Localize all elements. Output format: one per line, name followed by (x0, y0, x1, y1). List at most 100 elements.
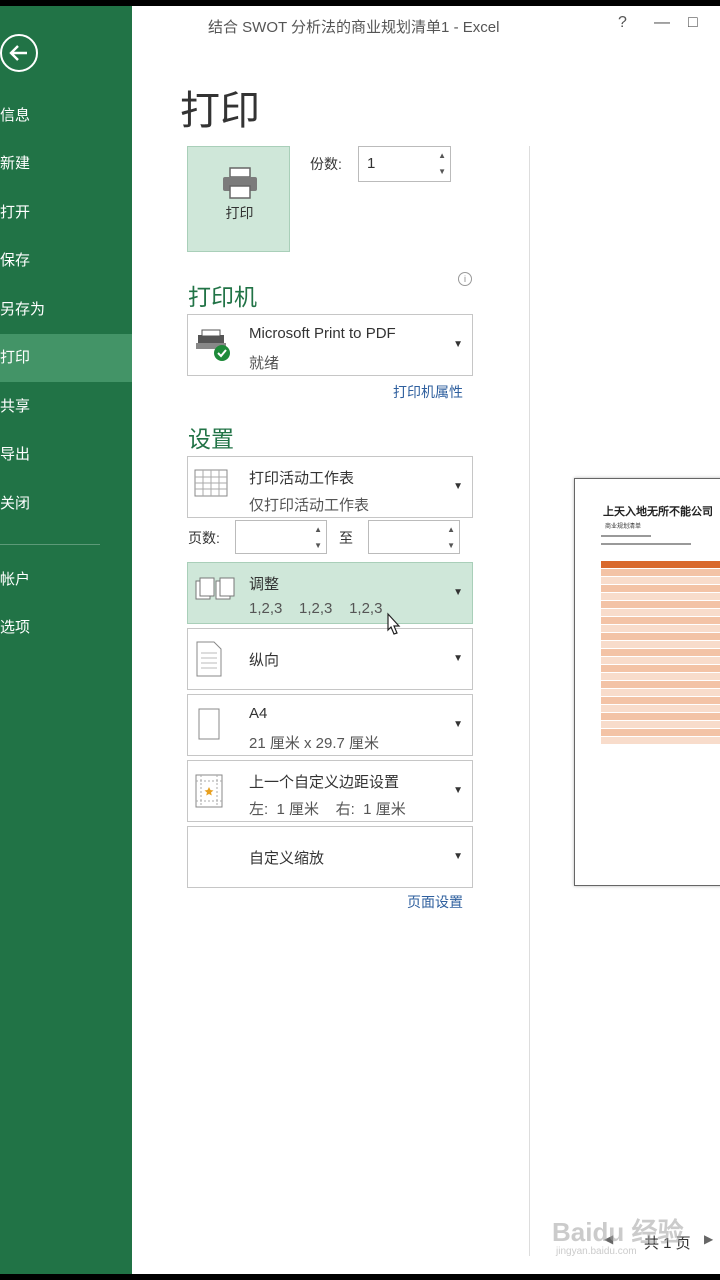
preview-table-row (601, 577, 720, 584)
preview-table-row (601, 601, 720, 608)
margins-icon (195, 774, 223, 808)
minimize-icon[interactable]: — (654, 14, 670, 32)
preview-table-row (601, 593, 720, 600)
paper-size-label: A4 (249, 705, 268, 722)
pages-from-input[interactable]: ▲ ▼ (235, 520, 327, 554)
next-page-icon[interactable]: ▶ (704, 1232, 713, 1246)
printer-heading: 打印机 (188, 284, 257, 310)
print-preview-page: 上天入地无所不能公司 商业规划清单 (574, 478, 720, 886)
info-icon[interactable]: i (458, 272, 472, 286)
preview-table-row (601, 705, 720, 712)
printer-icon (223, 167, 257, 199)
spin-up-icon[interactable]: ▲ (314, 525, 322, 534)
pages-to-input[interactable]: ▲ ▼ (368, 520, 460, 554)
excel-backstage: 信息 新建 打开 保存 另存为 打印 共享 导出 关闭 帐户 选项 结合 SWO… (0, 6, 720, 1274)
preview-table-row (601, 721, 720, 728)
dropdown-arrow-icon: ▼ (453, 653, 463, 664)
back-arrow-icon[interactable] (0, 34, 38, 72)
preview-table-row (601, 737, 720, 744)
scaling-dropdown[interactable]: 自定义缩放 ▼ (187, 826, 473, 888)
spin-down-icon[interactable]: ▼ (314, 541, 322, 550)
sidebar-item-info[interactable]: 信息 (0, 92, 132, 140)
restore-icon[interactable]: □ (688, 14, 698, 32)
preview-table-row (601, 665, 720, 672)
preview-table-row (601, 689, 720, 696)
printer-status: 就绪 (249, 355, 280, 372)
preview-table-row (601, 633, 720, 640)
dropdown-arrow-icon: ▼ (453, 481, 463, 492)
preview-table-row (601, 569, 720, 576)
margins-dropdown[interactable]: 上一个自定义边距设置 左: 1 厘米 右: 1 厘米 ▼ (187, 760, 473, 822)
backstage-sidebar: 信息 新建 打开 保存 另存为 打印 共享 导出 关闭 帐户 选项 (0, 6, 132, 1274)
pages-label: 页数: (188, 530, 220, 546)
spin-down-icon[interactable]: ▼ (447, 541, 455, 550)
dropdown-arrow-icon: ▼ (453, 339, 463, 350)
mouse-cursor-icon (387, 612, 401, 635)
preview-table-row (601, 625, 720, 632)
worksheet-icon (194, 469, 228, 497)
preview-table-row (601, 697, 720, 704)
sidebar-item-print[interactable]: 打印 (0, 334, 132, 382)
collate-dropdown[interactable]: 调整 1,2,3 1,2,3 1,2,3 ▼ (187, 562, 473, 624)
sidebar-item-share[interactable]: 共享 (0, 383, 132, 431)
baidu-watermark-url: jingyan.baidu.com (556, 1246, 637, 1257)
baidu-watermark: Baidu 经验 (552, 1217, 684, 1247)
preview-table-row (601, 657, 720, 664)
page-title: 打印 (180, 89, 260, 133)
sidebar-item-options[interactable]: 选项 (0, 604, 132, 652)
scaling-label: 自定义缩放 (249, 850, 325, 867)
printer-dropdown[interactable]: Microsoft Print to PDF 就绪 ▼ (187, 314, 473, 376)
sidebar-item-save[interactable]: 保存 (0, 237, 132, 285)
preview-title: 上天入地无所不能公司 (603, 506, 713, 518)
printer-properties-link[interactable]: 打印机属性 (393, 382, 463, 402)
paper-size-desc: 21 厘米 x 29.7 厘米 (249, 735, 380, 752)
margins-desc: 左: 1 厘米 右: 1 厘米 (249, 801, 406, 818)
sidebar-item-open[interactable]: 打开 (0, 189, 132, 237)
print-what-label: 打印活动工作表 (249, 470, 355, 487)
spin-down-icon[interactable]: ▼ (438, 167, 446, 176)
sidebar-item-save-as[interactable]: 另存为 (0, 286, 132, 334)
collate-desc: 1,2,3 1,2,3 1,2,3 (249, 600, 383, 617)
settings-heading: 设置 (188, 426, 234, 452)
printer-ready-icon (196, 329, 230, 361)
sidebar-item-account[interactable]: 帐户 (0, 556, 132, 604)
preview-table-row (601, 681, 720, 688)
preview-subtitle: 商业规划清单 (605, 524, 642, 530)
preview-text-line (601, 543, 691, 545)
print-what-desc: 仅打印活动工作表 (249, 497, 370, 514)
preview-divider (529, 146, 530, 1256)
page-setup-link[interactable]: 页面设置 (407, 892, 463, 912)
preview-table-header (601, 561, 720, 568)
margins-label: 上一个自定义边距设置 (249, 774, 400, 791)
print-button-label: 打印 (225, 205, 254, 221)
sidebar-item-new[interactable]: 新建 (0, 140, 132, 188)
dropdown-arrow-icon: ▼ (453, 587, 463, 598)
copies-label: 份数: (310, 156, 342, 172)
preview-table-row (601, 673, 720, 680)
print-button[interactable]: 打印 (187, 146, 290, 252)
printer-name: Microsoft Print to PDF (249, 325, 396, 342)
collate-label: 调整 (249, 576, 280, 593)
window-title: 结合 SWOT 分析法的商业规划清单1 - Excel (208, 19, 500, 36)
sidebar-item-export[interactable]: 导出 (0, 431, 132, 479)
sidebar-item-close[interactable]: 关闭 (0, 480, 132, 528)
paper-size-dropdown[interactable]: A4 21 厘米 x 29.7 厘米 ▼ (187, 694, 473, 756)
preview-table-row (601, 729, 720, 736)
print-what-dropdown[interactable]: 打印活动工作表 仅打印活动工作表 ▼ (187, 456, 473, 518)
dropdown-arrow-icon: ▼ (453, 719, 463, 730)
copies-value: 1 (367, 155, 376, 172)
preview-table-row (601, 617, 720, 624)
orientation-dropdown[interactable]: 纵向 ▼ (187, 628, 473, 690)
copies-stepper[interactable]: 1 ▲ ▼ (358, 146, 451, 182)
pages-to-label: 至 (339, 530, 353, 546)
dropdown-arrow-icon: ▼ (453, 785, 463, 796)
portrait-icon (196, 641, 222, 677)
collate-icon (195, 577, 235, 600)
spin-up-icon[interactable]: ▲ (438, 151, 446, 160)
help-icon[interactable]: ? (618, 14, 627, 32)
preview-text-line (601, 535, 651, 537)
title-bar: 结合 SWOT 分析法的商业规划清单1 - Excel ? — □ (132, 6, 720, 46)
paper-size-icon (198, 708, 220, 740)
preview-table-row (601, 585, 720, 592)
spin-up-icon[interactable]: ▲ (447, 525, 455, 534)
